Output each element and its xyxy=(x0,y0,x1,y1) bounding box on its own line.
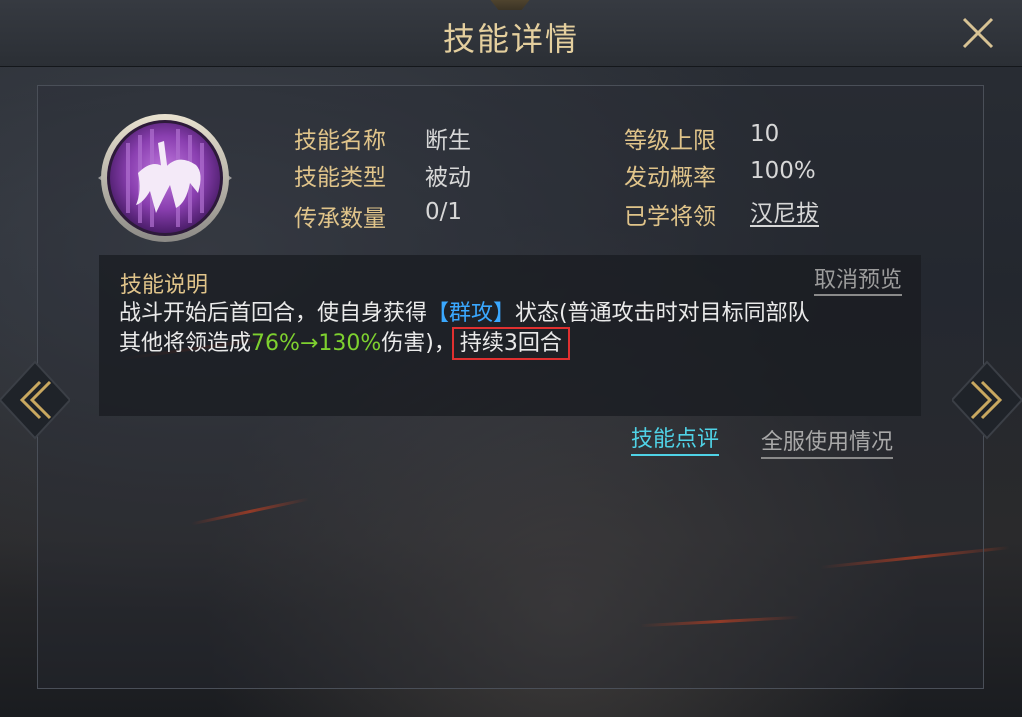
chevron-left-icon xyxy=(0,360,72,440)
description-box: 技能说明 取消预览 战斗开始后首回合，使自身获得【群攻】状态(普通攻击时对目标同… xyxy=(99,255,921,416)
learned-general-link[interactable]: 汉尼拔 xyxy=(750,194,819,228)
close-icon xyxy=(962,17,994,49)
inherit-count-value: 0/1 xyxy=(425,199,463,225)
close-button[interactable] xyxy=(958,13,998,53)
cancel-preview-button[interactable]: 取消预览 xyxy=(813,268,902,296)
dialog-title: 技能详情 xyxy=(442,20,579,58)
learned-general-label: 已学将领 xyxy=(624,204,716,230)
description-text: 战斗开始后首回合，使自身获得【群攻】状态(普通攻击时对目标同部队 其他将领造成7… xyxy=(119,299,909,360)
description-title: 技能说明 xyxy=(120,273,209,298)
desc-line1-prefix: 战斗开始后首回合，使自身获得 xyxy=(119,301,428,326)
server-usage-link[interactable]: 全服使用情况 xyxy=(761,429,894,459)
header-ornament xyxy=(481,0,539,10)
prev-skill-button[interactable] xyxy=(0,360,72,440)
keyword-aoe: 【群攻】 xyxy=(427,301,516,326)
passive-skill-icon xyxy=(98,114,232,242)
skill-name-label: 技能名称 xyxy=(294,128,386,154)
trigger-rate-value: 100% xyxy=(750,158,816,184)
duration-highlight: 持续3回合 xyxy=(451,327,570,360)
skill-review-link[interactable]: 技能点评 xyxy=(631,426,720,456)
level-cap-value: 10 xyxy=(750,121,780,147)
dialog-header: 技能详情 xyxy=(0,0,1022,67)
skill-type-label: 技能类型 xyxy=(294,165,386,191)
desc-line2-mid: 伤害)， xyxy=(381,331,456,356)
desc-line2-prefix: 其他将领造成 xyxy=(119,331,252,356)
inherit-count-label: 传承数量 xyxy=(294,206,386,232)
skill-name-value: 断生 xyxy=(425,128,471,154)
next-skill-button[interactable] xyxy=(950,360,1022,440)
chevron-right-icon xyxy=(950,360,1022,440)
level-cap-label: 等级上限 xyxy=(624,128,716,154)
skill-type-value: 被动 xyxy=(425,165,471,191)
skill-icon-frame xyxy=(98,113,232,243)
trigger-rate-label: 发动概率 xyxy=(624,165,716,191)
desc-line1-suffix: 状态(普通攻击时对目标同部队 xyxy=(515,301,810,326)
damage-range: 76%→130% xyxy=(251,331,382,356)
